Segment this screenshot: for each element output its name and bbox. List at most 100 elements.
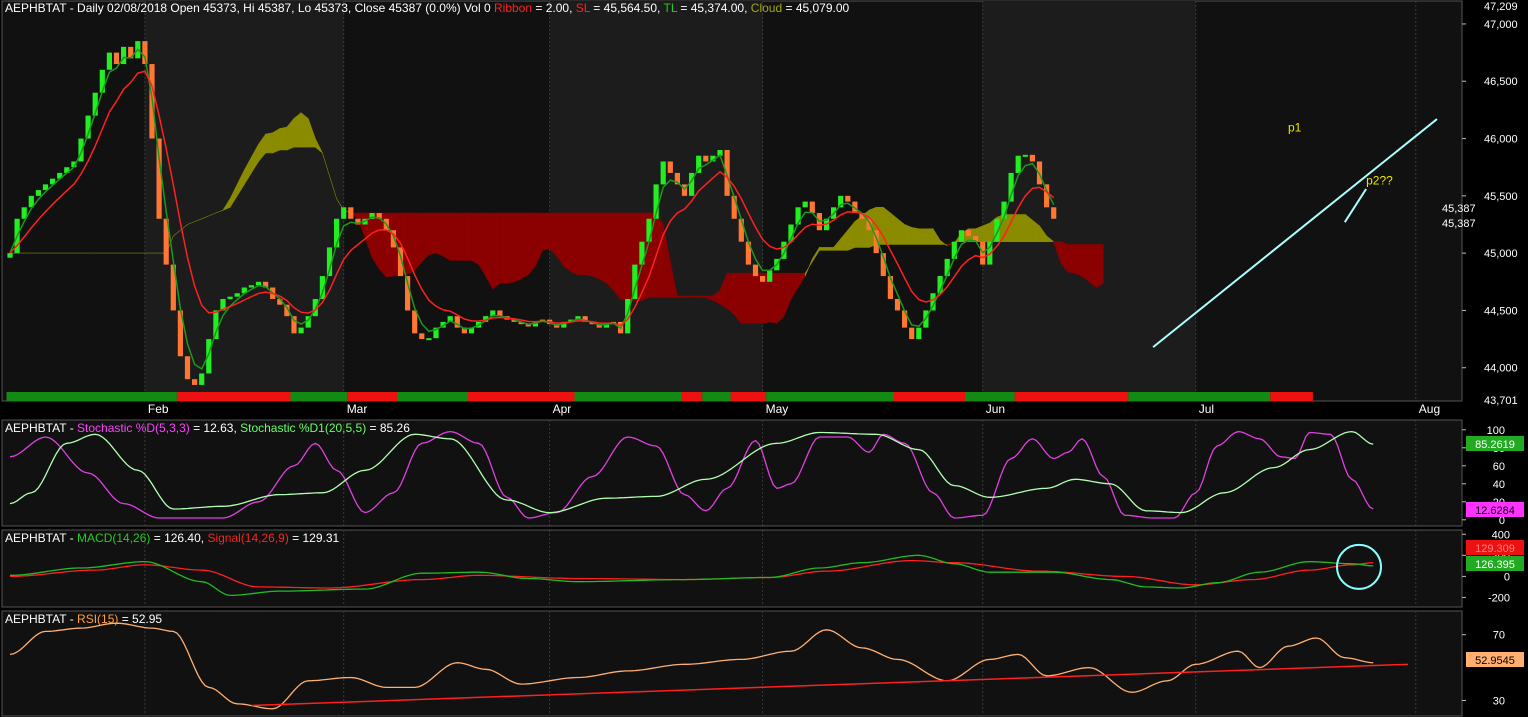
candle	[752, 264, 759, 277]
cloud-segment	[854, 215, 863, 248]
cloud-segment	[904, 224, 913, 245]
ribbon-value: = 2.00,	[532, 1, 576, 15]
candle	[1029, 154, 1035, 162]
candle	[184, 356, 191, 380]
month-label: Apr	[553, 402, 572, 416]
cloud-segment	[265, 132, 274, 154]
cloud-segment	[598, 212, 607, 284]
candle	[845, 195, 851, 202]
month-label: Jun	[986, 402, 1005, 416]
cloud-segment	[911, 227, 920, 245]
candle	[156, 138, 162, 219]
cloud-segment	[890, 212, 898, 245]
cloud-segment	[1017, 214, 1026, 242]
ribbon-segment	[397, 392, 468, 401]
cloud-segment	[677, 295, 685, 298]
cloud-segment	[1088, 244, 1097, 289]
price-tick-label: 46,000	[1484, 134, 1518, 146]
cloud-segment	[485, 212, 494, 290]
candle	[965, 230, 972, 236]
candle	[341, 207, 347, 219]
candle	[106, 52, 112, 70]
annotation-p1: p1	[1288, 121, 1302, 135]
stoch-k-label: Stochastic %D(5,3,3)	[77, 421, 190, 435]
candle	[703, 155, 709, 162]
cloud-segment	[1074, 244, 1083, 277]
cloud-segment	[449, 212, 458, 261]
cloud-segment	[591, 212, 600, 280]
stoch-tick-label: 60	[1493, 461, 1505, 473]
ribbon-segment	[702, 392, 731, 401]
stoch-d-value-label: 85.2619	[1475, 439, 1515, 451]
candle	[738, 218, 744, 242]
signal-label: Signal(14,26,9)	[207, 531, 289, 545]
macd-value: = 126.40,	[150, 531, 208, 545]
candle	[199, 373, 205, 385]
candle	[802, 201, 808, 208]
candle	[1051, 207, 1057, 219]
cloud-segment	[435, 212, 444, 257]
cloud-segment	[577, 212, 586, 275]
cloud-segment	[613, 212, 621, 300]
candle	[192, 379, 198, 385]
symbol-label: AEPHBTAT	[5, 1, 67, 15]
cloud-value: = 45,079.00	[782, 1, 850, 15]
month-band	[144, 1, 344, 401]
sl-value: = 45,564.50,	[589, 1, 664, 15]
macd-symbol: AEPHBTAT	[5, 531, 67, 545]
macd-value-label: 126.395	[1475, 559, 1515, 571]
candle	[1022, 154, 1028, 157]
price-tick-label: 45,000	[1484, 248, 1518, 260]
candle	[99, 69, 105, 93]
ribbon-segment	[176, 392, 291, 401]
stoch-tick-label: 40	[1493, 479, 1505, 491]
cloud-label: Cloud	[750, 1, 783, 15]
ribbon-segment	[965, 392, 1015, 401]
annotation-p2: p2??	[1366, 173, 1393, 187]
cloud-segment	[776, 272, 785, 325]
ribbon-segment	[290, 392, 348, 401]
stoch-d-label: Stochastic %D1(20,5,5)	[240, 421, 367, 435]
cloud-segment	[293, 112, 302, 148]
cloud-segment	[442, 212, 451, 261]
cloud-segment	[726, 272, 735, 316]
stoch-panel-header: AEPHBTAT - Stochastic %D(5,3,3) = 12.63,…	[5, 421, 410, 435]
candle	[255, 281, 262, 286]
cloud-segment	[549, 212, 558, 257]
macd-signal-value-label: 129.309	[1475, 543, 1515, 555]
rsi-tick-label: 70	[1493, 630, 1505, 642]
cloud-segment	[300, 112, 309, 148]
ribbon-segment	[681, 392, 703, 401]
cloud-segment	[819, 247, 827, 251]
candle	[35, 190, 41, 196]
macd-tick-label: 0	[1504, 571, 1510, 583]
candle	[348, 207, 354, 219]
cloud-segment	[471, 212, 479, 266]
sl-label: SL	[575, 1, 590, 15]
cloud-segment	[748, 272, 756, 324]
cloud-segment	[826, 247, 834, 251]
ribbon-label: Ribbon	[494, 1, 533, 15]
candle	[809, 201, 815, 214]
price-tick-label: 44,000	[1484, 363, 1518, 375]
candle	[760, 276, 766, 282]
cloud-segment	[499, 212, 508, 284]
candle	[767, 270, 773, 282]
cloud-segment	[691, 295, 700, 298]
ribbon-segment	[766, 392, 894, 401]
stoch-k-value-label: 12.6284	[1475, 505, 1515, 517]
cloud-segment	[464, 212, 472, 261]
cloud-segment	[570, 212, 579, 276]
candle	[419, 333, 425, 340]
price-axis-bottom: 43,701	[1484, 395, 1518, 407]
month-label: Mar	[347, 402, 368, 416]
cloud-segment	[982, 222, 991, 242]
candle	[916, 327, 922, 340]
candle	[213, 310, 219, 340]
cloud-segment	[272, 127, 281, 154]
price-summary: - Daily 02/08/2018 Open 45373, Hi 45387,…	[66, 1, 494, 15]
ribbon-segment	[574, 392, 681, 401]
price-tick-label: 46,500	[1484, 76, 1518, 88]
stoch-symbol: AEPHBTAT	[5, 421, 67, 435]
price-tick-label: 45,500	[1484, 191, 1518, 203]
